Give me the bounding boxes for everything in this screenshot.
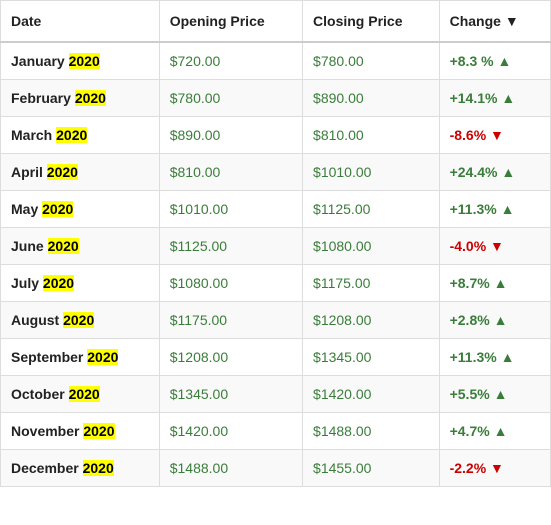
opening-price-cell: $1010.00 (159, 191, 302, 228)
change-cell: +2.8% (439, 302, 550, 339)
table-row: July 2020$1080.00$1175.00+8.7% (1, 265, 551, 302)
table-row: January 2020$720.00$780.00+8.3 % (1, 42, 551, 80)
header-date: Date (1, 1, 160, 43)
year-highlight: 2020 (75, 90, 106, 106)
price-table: Date Opening Price Closing Price Change … (0, 0, 551, 487)
change-cell: +8.7% (439, 265, 550, 302)
table-row: October 2020$1345.00$1420.00+5.5% (1, 376, 551, 413)
table-row: April 2020$810.00$1010.00+24.4% (1, 154, 551, 191)
closing-price-cell: $780.00 (303, 42, 440, 80)
closing-price-cell: $1010.00 (303, 154, 440, 191)
date-cell: December 2020 (1, 450, 160, 487)
table-row: November 2020$1420.00$1488.00+4.7% (1, 413, 551, 450)
change-cell: +5.5% (439, 376, 550, 413)
closing-price-cell: $1080.00 (303, 228, 440, 265)
date-cell: April 2020 (1, 154, 160, 191)
year-highlight: 2020 (42, 201, 73, 217)
date-cell: January 2020 (1, 42, 160, 80)
opening-price-cell: $890.00 (159, 117, 302, 154)
year-highlight: 2020 (83, 460, 114, 476)
closing-price-cell: $1420.00 (303, 376, 440, 413)
closing-price-cell: $1488.00 (303, 413, 440, 450)
date-cell: March 2020 (1, 117, 160, 154)
date-cell: September 2020 (1, 339, 160, 376)
table-header-row: Date Opening Price Closing Price Change … (1, 1, 551, 43)
year-highlight: 2020 (47, 164, 78, 180)
date-cell: October 2020 (1, 376, 160, 413)
opening-price-cell: $1125.00 (159, 228, 302, 265)
change-cell: +11.3% (439, 191, 550, 228)
table-row: September 2020$1208.00$1345.00+11.3% (1, 339, 551, 376)
change-cell: -4.0% (439, 228, 550, 265)
year-highlight: 2020 (63, 312, 94, 328)
table-row: December 2020$1488.00$1455.00-2.2% (1, 450, 551, 487)
closing-price-cell: $1175.00 (303, 265, 440, 302)
change-cell: +4.7% (439, 413, 550, 450)
table-row: June 2020$1125.00$1080.00-4.0% (1, 228, 551, 265)
table-row: August 2020$1175.00$1208.00+2.8% (1, 302, 551, 339)
year-highlight: 2020 (87, 349, 118, 365)
change-cell: +8.3 % (439, 42, 550, 80)
table-row: May 2020$1010.00$1125.00+11.3% (1, 191, 551, 228)
change-cell: +24.4% (439, 154, 550, 191)
year-highlight: 2020 (43, 275, 74, 291)
date-cell: June 2020 (1, 228, 160, 265)
closing-price-cell: $1208.00 (303, 302, 440, 339)
date-cell: May 2020 (1, 191, 160, 228)
change-cell: -2.2% (439, 450, 550, 487)
closing-price-cell: $1125.00 (303, 191, 440, 228)
opening-price-cell: $780.00 (159, 80, 302, 117)
header-change[interactable]: Change ▼ (439, 1, 550, 43)
year-highlight: 2020 (83, 423, 114, 439)
opening-price-cell: $1345.00 (159, 376, 302, 413)
date-cell: August 2020 (1, 302, 160, 339)
header-opening-price: Opening Price (159, 1, 302, 43)
year-highlight: 2020 (69, 386, 100, 402)
table-row: February 2020$780.00$890.00+14.1% (1, 80, 551, 117)
closing-price-cell: $810.00 (303, 117, 440, 154)
change-cell: +14.1% (439, 80, 550, 117)
opening-price-cell: $1420.00 (159, 413, 302, 450)
change-cell: -8.6% (439, 117, 550, 154)
header-closing-price: Closing Price (303, 1, 440, 43)
year-highlight: 2020 (56, 127, 87, 143)
year-highlight: 2020 (69, 53, 100, 69)
change-cell: +11.3% (439, 339, 550, 376)
closing-price-cell: $890.00 (303, 80, 440, 117)
opening-price-cell: $1488.00 (159, 450, 302, 487)
opening-price-cell: $810.00 (159, 154, 302, 191)
opening-price-cell: $1208.00 (159, 339, 302, 376)
table-row: March 2020$890.00$810.00-8.6% (1, 117, 551, 154)
date-cell: July 2020 (1, 265, 160, 302)
opening-price-cell: $1175.00 (159, 302, 302, 339)
date-cell: November 2020 (1, 413, 160, 450)
opening-price-cell: $720.00 (159, 42, 302, 80)
closing-price-cell: $1455.00 (303, 450, 440, 487)
year-highlight: 2020 (48, 238, 79, 254)
closing-price-cell: $1345.00 (303, 339, 440, 376)
date-cell: February 2020 (1, 80, 160, 117)
opening-price-cell: $1080.00 (159, 265, 302, 302)
